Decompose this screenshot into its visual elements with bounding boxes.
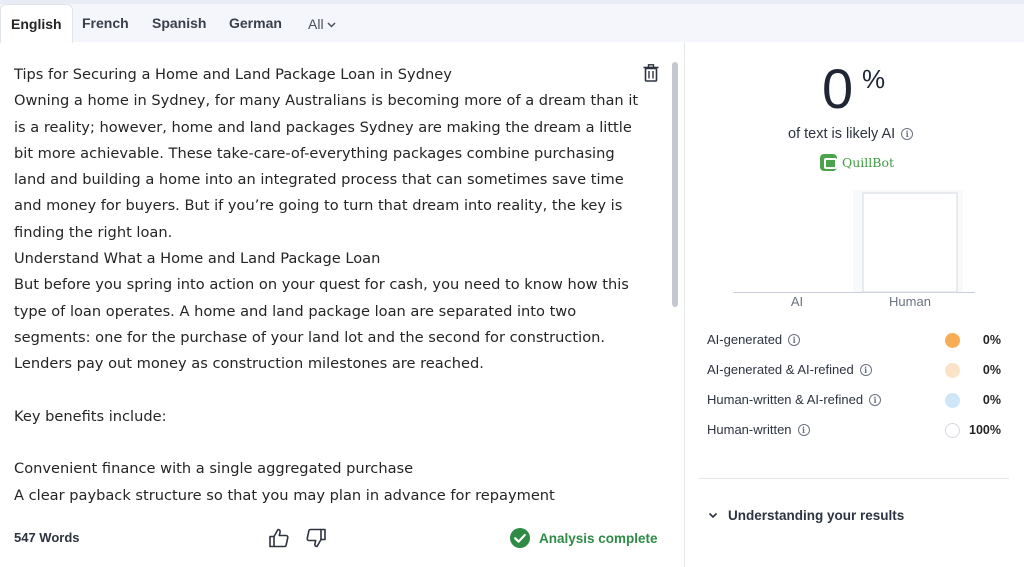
info-icon[interactable]: i [859, 363, 872, 376]
tab-all-dropdown[interactable]: All [308, 4, 336, 42]
tab-all-label: All [308, 16, 324, 32]
ai-score-unit: % [862, 64, 886, 94]
tab-german[interactable]: German [229, 4, 282, 42]
language-tabbar: English French Spanish German All [0, 0, 1024, 43]
chart-bar-human [862, 192, 958, 293]
paragraph: Understand What a Home and Land Package … [14, 250, 381, 268]
paragraph: Owning a home in Sydney, for many Austra… [14, 92, 639, 241]
quillbot-brand: QuillBot [820, 154, 894, 171]
legend-dot [945, 363, 960, 378]
chevron-down-icon [708, 512, 718, 519]
understanding-results-toggle[interactable]: Understanding your results [708, 508, 904, 523]
info-icon[interactable]: i [788, 333, 801, 346]
analysis-status-text: Analysis complete [539, 530, 658, 546]
paragraph: A clear payback structure so that you ma… [14, 486, 555, 504]
chevron-down-icon [327, 4, 336, 42]
chart-tick-label: AI [791, 294, 803, 309]
legend-item-ai-generated-ai-refined: AI-generated & AI-refined i 0% [707, 360, 1007, 380]
paragraph: Tips for Securing a Home and Land Packag… [14, 66, 452, 83]
word-count: 547 Words [14, 530, 80, 545]
check-circle-icon [510, 528, 530, 548]
legend-item-human-written-ai-refined: Human-written & AI-refined i 0% [707, 390, 1007, 410]
info-icon[interactable]: i [901, 128, 914, 140]
chart-tick-label: Human [889, 294, 931, 309]
legend-dot [945, 393, 960, 408]
paragraph: But before you spring into action on you… [14, 276, 629, 373]
legend-label: Human-written & AI-refined [707, 392, 864, 407]
score-caption: of text is likely AI i [788, 126, 914, 142]
legend-value: 100% [969, 423, 1001, 437]
quillbot-brand-text: QuillBot [842, 155, 895, 170]
tab-french[interactable]: French [82, 4, 129, 42]
legend-value: 0% [982, 393, 1001, 407]
analysis-status: Analysis complete [510, 528, 658, 548]
legend-label: AI-generated & AI-refined [707, 362, 854, 377]
legend-dot [945, 423, 960, 438]
scrollbar-thumb[interactable] [672, 62, 678, 307]
quillbot-logo-icon [820, 154, 837, 171]
paragraph: Convenient finance with a single aggrega… [14, 460, 414, 478]
info-icon[interactable]: i [869, 393, 882, 406]
trash-icon[interactable] [643, 64, 659, 84]
text-input-area[interactable]: Tips for Securing a Home and Land Packag… [14, 62, 639, 507]
tab-english[interactable]: English [0, 4, 73, 43]
ai-score-value: 0 [822, 57, 853, 120]
legend-label: Human-written [707, 422, 792, 437]
legend-value: 0% [982, 333, 1001, 347]
thumbs-down-icon[interactable] [305, 527, 327, 549]
legend-value: 0% [982, 363, 1001, 377]
legend-item-human-written: Human-written i 100% [707, 420, 1007, 440]
paragraph: Key benefits include: [14, 407, 167, 425]
ai-human-bar-chart: AI Human [733, 190, 975, 309]
tab-spanish[interactable]: Spanish [152, 4, 206, 42]
score-caption-text: of text is likely AI [788, 126, 896, 142]
info-icon[interactable]: i [797, 423, 810, 436]
legend-dot [945, 333, 960, 348]
understanding-results-label: Understanding your results [728, 508, 905, 523]
legend-item-ai-generated: AI-generated i 0% [707, 330, 1007, 350]
legend-label: AI-generated [707, 332, 783, 347]
results-divider [699, 478, 1009, 479]
thumbs-up-icon[interactable] [268, 527, 290, 549]
